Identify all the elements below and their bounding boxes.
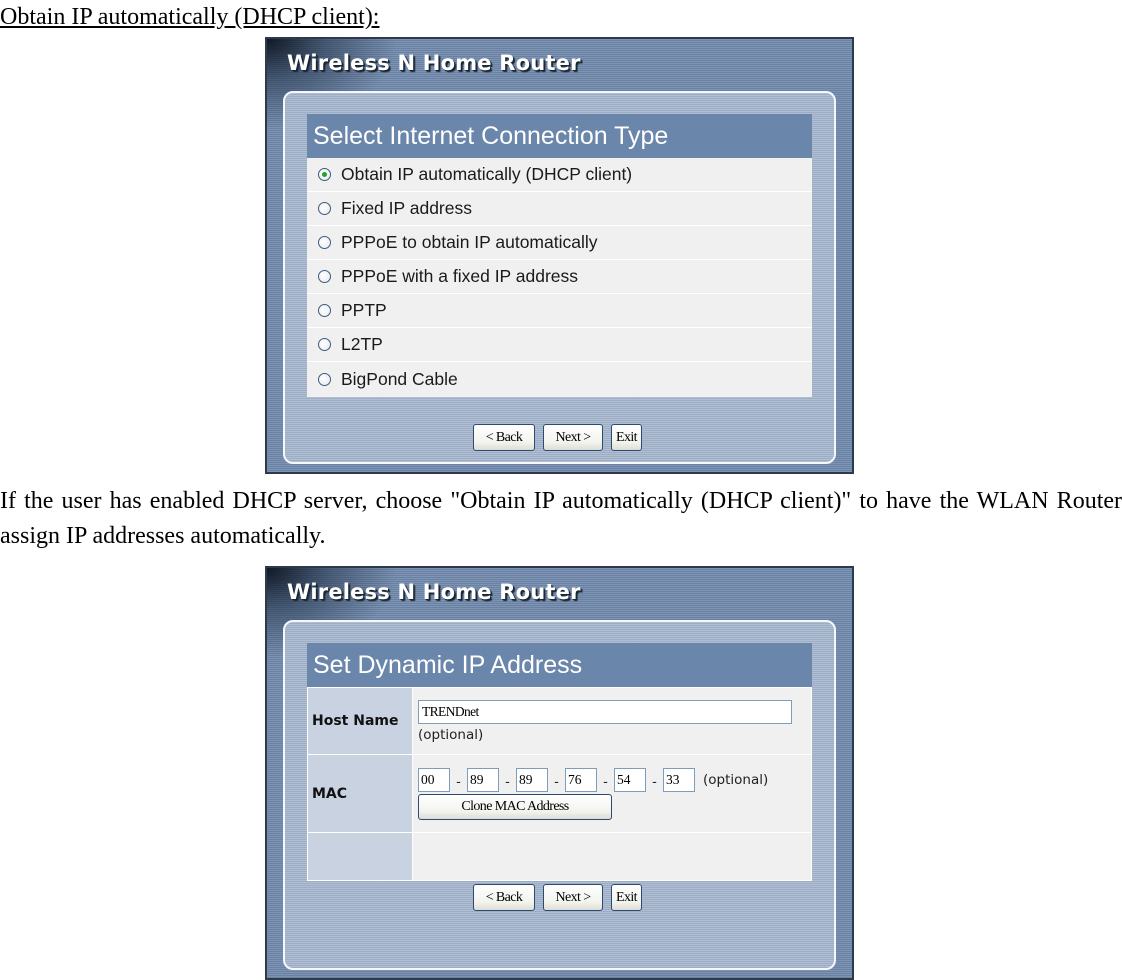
radio-label: BigPond Cable [341, 369, 458, 389]
mac-octet-4-input[interactable] [565, 767, 597, 792]
mac-row: MAC - - - - - [307, 754, 812, 833]
exit-button[interactable]: Exit [611, 884, 642, 911]
panel-inner-frame: Select Internet Connection Type Obtain I… [283, 91, 836, 464]
panel-content: Set Dynamic IP Address Host Name (option… [307, 643, 812, 881]
radio-option-pppoe-fixed[interactable]: PPPoE with a fixed IP address [307, 260, 812, 294]
panel-content: Select Internet Connection Type Obtain I… [307, 114, 812, 397]
radio-button-icon[interactable] [318, 270, 331, 283]
mac-separator: - [505, 775, 510, 790]
empty-row [307, 832, 812, 881]
panel-inner-frame: Set Dynamic IP Address Host Name (option… [283, 620, 836, 970]
radio-button-icon[interactable] [318, 373, 331, 386]
mac-octet-1-input[interactable] [418, 767, 450, 792]
next-button[interactable]: Next > [543, 424, 603, 451]
mac-octet-5-input[interactable] [614, 767, 646, 792]
radio-label: Obtain IP automatically (DHCP client) [341, 164, 633, 184]
router-panel-dynamic-ip: Wireless N Home Router Set Dynamic IP Ad… [265, 566, 854, 980]
empty-value-cell [412, 832, 812, 881]
radio-label: PPTP [341, 300, 387, 320]
next-button[interactable]: Next > [543, 884, 603, 911]
radio-option-pptp[interactable]: PPTP [307, 294, 812, 328]
host-name-input[interactable] [418, 699, 792, 724]
mac-separator: - [603, 775, 608, 790]
mac-octet-3-input[interactable] [516, 767, 548, 792]
radio-option-fixed-ip[interactable]: Fixed IP address [307, 192, 812, 226]
mac-separator: - [554, 775, 559, 790]
router-brand-title: Wireless N Home Router [287, 580, 581, 604]
radio-option-dhcp[interactable]: Obtain IP automatically (DHCP client) [307, 158, 812, 192]
back-button[interactable]: < Back [473, 884, 535, 911]
radio-button-icon[interactable] [318, 338, 331, 351]
mac-hint: (optional) [703, 771, 769, 788]
mac-octet-2-input[interactable] [467, 767, 499, 792]
description-paragraph: If the user has enabled DHCP server, cho… [0, 488, 1122, 549]
dynamic-ip-form: Host Name (optional) MAC - - [307, 687, 812, 881]
section-heading: Obtain IP automatically (DHCP client): [0, 4, 380, 30]
mac-separator: - [456, 775, 461, 790]
radio-button-icon[interactable] [318, 304, 331, 317]
radio-label: PPPoE to obtain IP automatically [341, 232, 598, 252]
clone-mac-button[interactable]: Clone MAC Address [418, 793, 612, 820]
radio-label: Fixed IP address [341, 198, 472, 218]
radio-option-pppoe-auto[interactable]: PPPoE to obtain IP automatically [307, 226, 812, 260]
wizard-buttons: < Back Next > Exit [281, 424, 834, 451]
host-name-cell: (optional) [412, 687, 812, 755]
empty-label-cell [307, 832, 413, 881]
radio-button-checked-icon[interactable] [318, 168, 331, 181]
radio-button-icon[interactable] [318, 202, 331, 215]
connection-type-radio-group: Obtain IP automatically (DHCP client) Fi… [307, 158, 812, 397]
host-name-row: Host Name (optional) [307, 687, 812, 755]
exit-button[interactable]: Exit [611, 424, 642, 451]
radio-label: PPPoE with a fixed IP address [341, 266, 579, 286]
radio-option-l2tp[interactable]: L2TP [307, 328, 812, 362]
mac-cell: - - - - - (optional) Clone MAC [412, 754, 812, 833]
router-panel-connection-type: Wireless N Home Router Select Internet C… [265, 37, 854, 474]
wizard-buttons: < Back Next > Exit [281, 884, 834, 911]
mac-address-fields: - - - - - (optional) [418, 767, 806, 792]
mac-label: MAC [307, 754, 413, 833]
radio-label: L2TP [341, 334, 383, 354]
back-button[interactable]: < Back [473, 424, 535, 451]
section-title: Select Internet Connection Type [307, 114, 812, 158]
mac-separator: - [652, 775, 657, 790]
radio-option-bigpond[interactable]: BigPond Cable [307, 362, 812, 397]
mac-octet-6-input[interactable] [663, 767, 695, 792]
section-title: Set Dynamic IP Address [307, 643, 812, 687]
host-name-hint: (optional) [418, 726, 484, 743]
host-name-label: Host Name [307, 687, 413, 755]
radio-button-icon[interactable] [318, 236, 331, 249]
router-brand-title: Wireless N Home Router [287, 51, 581, 75]
